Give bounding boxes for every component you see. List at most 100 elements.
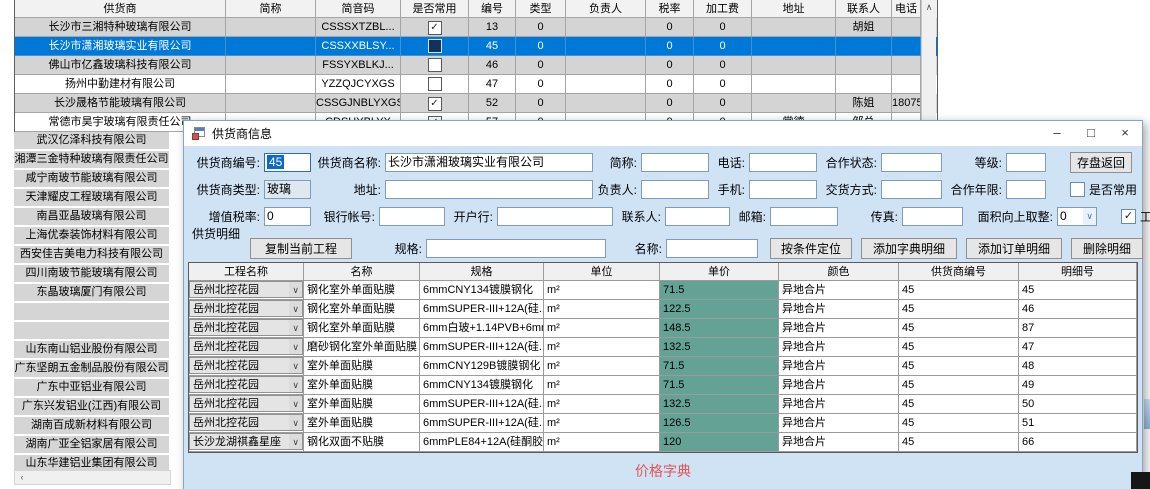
list-item[interactable]: 天津耀皮工程玻璃有限公司 — [14, 189, 169, 206]
common-use-cell-checkbox[interactable] — [428, 58, 442, 72]
list-item[interactable]: 咸宁南玻节能玻璃有限公司 — [14, 170, 169, 187]
contact-input[interactable] — [665, 207, 730, 226]
vertical-scrollbar[interactable]: ∧ — [921, 0, 936, 132]
grid-row[interactable]: 岳州北控花园∨室外单面贴膜6mmSUPER-III+12A(硅...m²132.… — [189, 395, 1137, 414]
spec-filter-input[interactable] — [426, 239, 606, 258]
fax-input[interactable] — [902, 207, 963, 226]
grid-column-header[interactable]: 工程名称 — [189, 263, 304, 281]
table-row[interactable]: 扬州中勤建材有限公司YZZQJCYXGS47000 — [15, 75, 937, 94]
list-item[interactable]: 山东华建铝业集团有限公司 — [14, 455, 169, 470]
coop-status-input[interactable] — [881, 153, 942, 172]
list-item[interactable]: 湘潭三金特种玻璃有限责任公司 — [14, 151, 169, 168]
project-combo[interactable]: 岳州北控花园∨ — [189, 414, 303, 431]
list-item[interactable]: 上海优泰装饰材料有限公司 — [14, 227, 169, 244]
list-item[interactable]: 四川南玻节能玻璃有限公司 — [14, 265, 169, 282]
grid-row[interactable]: 岳州北控花园∨室外单面贴膜6mmCNY134镀膜钢化m²71.5异地合片4549 — [189, 376, 1137, 395]
grid-column-header[interactable]: 单价 — [660, 263, 779, 281]
grid-row[interactable]: 岳州北控花园∨钢化室外单面贴膜6mmSUPER-III+12A(硅...m²12… — [189, 300, 1137, 319]
project-bind-checkbox[interactable]: ✓ 工程绑定 — [1121, 208, 1150, 225]
project-combo[interactable]: 岳州北控花园∨ — [189, 357, 303, 374]
list-item[interactable]: 广东兴发铝业(江西)有限公司 — [14, 398, 169, 415]
common-use-cell-checkbox[interactable] — [428, 39, 442, 53]
dialog-titlebar[interactable]: 供货商信息 – □ × — [184, 121, 1142, 146]
column-header[interactable]: 类型 — [516, 0, 566, 18]
column-header[interactable]: 简音码 — [316, 0, 401, 18]
column-header[interactable]: 地址 — [752, 0, 836, 18]
list-item[interactable] — [14, 322, 169, 339]
bank-no-input[interactable] — [379, 207, 445, 226]
project-combo[interactable]: 岳州北控花园∨ — [189, 338, 303, 355]
list-item[interactable]: 广东中亚铝业有限公司 — [14, 379, 169, 396]
project-combo[interactable]: 岳州北控花园∨ — [189, 319, 303, 336]
table-row[interactable]: 佛山市亿鑫玻璃科技有限公司FSSYXBLKJ...46000 — [15, 56, 937, 75]
delivery-input[interactable] — [881, 180, 942, 199]
project-combo[interactable]: 长沙龙湖祺鑫星座∨ — [189, 433, 303, 450]
grid-column-header[interactable]: 名称 — [304, 263, 420, 281]
list-item[interactable] — [14, 303, 169, 320]
grid-column-header[interactable]: 颜色 — [779, 263, 899, 281]
supplier-type-input[interactable]: 玻璃 — [264, 180, 311, 199]
copy-project-button[interactable]: 复制当前工程 — [250, 238, 352, 259]
phone-input[interactable] — [749, 153, 817, 172]
name-filter-input[interactable] — [666, 239, 758, 258]
vat-input[interactable]: 0 — [264, 207, 311, 226]
manager-input[interactable] — [641, 180, 709, 199]
column-header[interactable]: 简称 — [226, 0, 316, 18]
grid-row[interactable]: 长沙龙湖祺鑫星座∨钢化双面不贴膜6mmPLE84+12A(硅酮胶...m²120… — [189, 433, 1137, 452]
list-item[interactable]: 东晶玻璃厦门有限公司 — [14, 284, 169, 301]
list-item[interactable]: 西安佳吉美电力科技有限公司 — [14, 246, 169, 263]
grid-row[interactable]: 岳州北控花园∨室外单面贴膜6mmCNY129B镀膜钢化m²71.5异地合片454… — [189, 357, 1137, 376]
column-header[interactable]: 负责人 — [566, 0, 646, 18]
grid-column-header[interactable]: 明细号 — [1019, 263, 1137, 281]
common-use-cell-checkbox[interactable] — [428, 77, 442, 91]
project-combo[interactable]: 岳州北控花园∨ — [189, 300, 303, 317]
grid-row[interactable]: 岳州北控花园∨磨砂钢化室外单面贴膜6mmSUPER-III+12A(硅...m²… — [189, 338, 1137, 357]
list-item[interactable]: 湖南百成新材料有限公司 — [14, 417, 169, 434]
area-round-select[interactable]: 0 ∨ — [1057, 207, 1097, 226]
grid-row[interactable]: 岳州北控花园∨钢化室外单面贴膜6mmCNY134镀膜钢化m²71.5异地合片45… — [189, 281, 1137, 300]
delete-detail-button[interactable]: 删除明细 — [1071, 238, 1143, 259]
column-header[interactable]: 税率 — [646, 0, 694, 18]
common-use-cell-checkbox[interactable]: ✓ — [428, 97, 442, 111]
horizontal-scrollbar[interactable]: ‹ — [14, 470, 171, 485]
supplier-no-input[interactable]: 45 — [264, 153, 311, 172]
mobile-input[interactable] — [749, 180, 817, 199]
table-row[interactable]: 长沙市潇湘玻璃实业有限公司CSSXXBLSY...45000 — [15, 37, 937, 56]
add-order-detail-button[interactable]: 添加订单明细 — [966, 238, 1062, 259]
project-combo[interactable]: 岳州北控花园∨ — [189, 281, 303, 298]
grade-input[interactable] — [1006, 153, 1046, 172]
minimize-button[interactable]: – — [1040, 121, 1074, 146]
list-item[interactable]: 武汉亿泽科技有限公司 — [14, 132, 169, 149]
column-header[interactable]: 联系人 — [836, 0, 892, 18]
scroll-up-icon[interactable]: ∧ — [922, 0, 936, 15]
grid-row[interactable]: 岳州北控花园∨室外单面贴膜6mmSUPER-III+12A(硅...m²126.… — [189, 414, 1137, 433]
grid-column-header[interactable]: 供货商编号 — [899, 263, 1019, 281]
list-item[interactable]: 山东南山铝业股份有限公司 — [14, 341, 169, 358]
project-combo[interactable]: 岳州北控花园∨ — [189, 376, 303, 393]
grid-column-header[interactable]: 单位 — [544, 263, 660, 281]
coop-years-input[interactable] — [1006, 180, 1046, 199]
grid-column-header[interactable]: 规格 — [420, 263, 544, 281]
table-row[interactable]: 长沙市三湘特种玻璃有限公司CSSSXTZBL...✓13000胡姐 — [15, 18, 937, 37]
scroll-left-icon[interactable]: ‹ — [15, 471, 29, 484]
save-return-button[interactable]: 存盘返回 — [1070, 152, 1132, 173]
email-input[interactable] — [770, 207, 838, 226]
add-dict-detail-button[interactable]: 添加字典明细 — [861, 238, 957, 259]
close-button[interactable]: × — [1108, 121, 1142, 146]
supplier-name-input[interactable]: 长沙市潇湘玻璃实业有限公司 — [385, 153, 593, 172]
column-header[interactable]: 供货商 — [15, 0, 226, 18]
column-header[interactable]: 电话 — [892, 0, 921, 18]
common-use-cell-checkbox[interactable]: ✓ — [428, 21, 442, 35]
column-header[interactable]: 是否常用 — [401, 0, 469, 18]
bank-input[interactable] — [497, 207, 613, 226]
list-item[interactable]: 湖南广亚全铝家居有限公司 — [14, 436, 169, 453]
column-header[interactable]: 编号 — [469, 0, 516, 18]
table-row[interactable]: 长沙晟格节能玻璃有限公司CSSGJNBLYXGS✓52000陈姐180751 — [15, 94, 937, 113]
short-name-input[interactable] — [641, 153, 709, 172]
column-header[interactable]: 加工费 — [694, 0, 752, 18]
grid-row[interactable]: 岳州北控花园∨钢化室外单面贴膜6mm白玻+1.14PVB+6mm...m²148… — [189, 319, 1137, 338]
list-item[interactable]: 南昌亚晶玻璃有限公司 — [14, 208, 169, 225]
project-combo[interactable]: 岳州北控花园∨ — [189, 395, 303, 412]
locate-button[interactable]: 按条件定位 — [770, 238, 852, 259]
list-item[interactable]: 广东坚朗五金制品股份有限公司 — [14, 360, 169, 377]
